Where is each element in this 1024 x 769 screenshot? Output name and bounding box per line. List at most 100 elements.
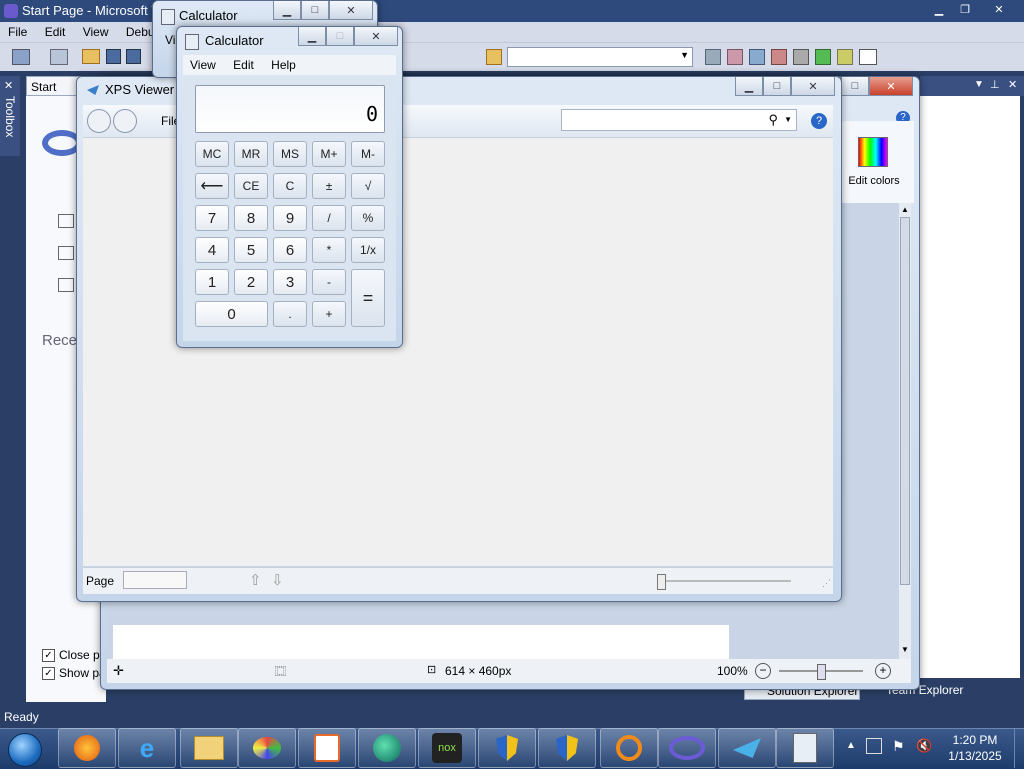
vs-close-button[interactable]: ✕ [978, 0, 1020, 18]
solution-explorer-tool-icon[interactable] [705, 49, 721, 65]
page-number-input[interactable] [123, 571, 187, 589]
xps-maximize-button[interactable]: □ [763, 77, 791, 96]
vs-menu-file[interactable]: File [8, 25, 27, 39]
new-project-link-icon[interactable] [58, 214, 74, 228]
taskbar-visual-studio[interactable] [658, 728, 716, 768]
add-button[interactable]: + [312, 301, 346, 327]
sqrt-button[interactable]: √ [351, 173, 385, 199]
calc-maximize-button[interactable]: □ [326, 27, 354, 46]
search-icon[interactable]: ⚲ [768, 112, 778, 128]
zoom-slider-thumb[interactable] [817, 664, 826, 680]
calc-back-close-button[interactable]: ✕ [329, 1, 373, 20]
mc-button[interactable]: MC [195, 141, 229, 167]
back-button[interactable] [87, 109, 111, 133]
digit-6-button[interactable]: 6 [273, 237, 307, 263]
subtract-button[interactable]: - [312, 269, 346, 295]
taskbar-security-2[interactable] [538, 728, 596, 768]
command-window-tool-icon[interactable] [859, 49, 877, 65]
open-folder-icon[interactable] [82, 49, 100, 64]
decimal-button[interactable]: . [273, 301, 307, 327]
scroll-down-icon[interactable]: ▼ [901, 645, 909, 654]
m-plus-button[interactable]: M+ [312, 141, 346, 167]
paint-close-button[interactable]: ✕ [869, 77, 913, 96]
xps-search-input[interactable]: ⚲ ▼ [561, 109, 797, 131]
search-options-chevron-icon[interactable]: ▼ [784, 115, 792, 124]
pin-icon[interactable]: ⊥ [990, 78, 1000, 91]
taskbar-calculator[interactable] [776, 728, 834, 768]
paint-scrollbar[interactable]: ▲ ▼ [899, 203, 911, 659]
add-item-icon[interactable] [50, 49, 68, 65]
save-icon[interactable] [106, 49, 121, 64]
connect-link-icon[interactable] [58, 278, 74, 292]
digit-7-button[interactable]: 7 [195, 205, 229, 231]
digit-5-button[interactable]: 5 [234, 237, 268, 263]
multiply-button[interactable]: * [312, 237, 346, 263]
show-page-checkbox[interactable]: ✓ [42, 667, 55, 681]
scroll-up-icon[interactable]: ▲ [901, 205, 909, 214]
properties-tool-icon[interactable] [727, 49, 743, 65]
divide-button[interactable]: / [312, 205, 346, 231]
color-wheel-icon[interactable] [858, 137, 888, 167]
vs-menu-view[interactable]: View [83, 25, 109, 39]
digit-3-button[interactable]: 3 [273, 269, 307, 295]
paint-maximize-button[interactable]: □ [841, 77, 869, 96]
plus-minus-button[interactable]: ± [312, 173, 346, 199]
action-center-flag-icon[interactable]: ⚑ [892, 738, 905, 755]
clock[interactable]: 1:20 PM 1/13/2025 [940, 732, 1010, 764]
scroll-thumb[interactable] [900, 217, 910, 585]
volume-muted-icon[interactable]: 🔇 [916, 738, 932, 754]
pane-close-icon[interactable]: ✕ [1008, 78, 1017, 91]
taskbar-firefox[interactable] [58, 728, 116, 768]
taskbar-app-green[interactable] [358, 728, 416, 768]
show-desktop-button[interactable] [1014, 729, 1024, 768]
calc-menu-help[interactable]: Help [271, 58, 296, 72]
xps-minimize-button[interactable]: ▁ [735, 77, 763, 96]
m-minus-button[interactable]: M- [351, 141, 385, 167]
taskbar-internet-explorer[interactable]: e [118, 728, 176, 768]
extension-tool-icon[interactable] [837, 49, 853, 65]
equals-button[interactable]: = [351, 269, 385, 327]
close-page-checkbox-row[interactable]: ✓ Close pa [42, 648, 106, 663]
xps-zoom-thumb[interactable] [657, 574, 666, 590]
open-project-link-icon[interactable] [58, 246, 74, 260]
resize-grip-icon[interactable]: ⋰ [822, 578, 831, 589]
reciprocal-button[interactable]: 1/x [351, 237, 385, 263]
c-button[interactable]: C [273, 173, 307, 199]
zoom-out-button[interactable]: − [755, 663, 771, 679]
xps-zoom-slider[interactable] [657, 574, 791, 590]
next-page-button[interactable]: ⇩ [271, 571, 284, 589]
start-button[interactable] [2, 730, 46, 768]
object-browser-tool-icon[interactable] [749, 49, 765, 65]
find-in-files-icon[interactable] [486, 49, 502, 65]
toolbox-tab[interactable]: ✕ Toolbox [0, 76, 20, 156]
digit-1-button[interactable]: 1 [195, 269, 229, 295]
taskbar-media-player[interactable] [298, 728, 356, 768]
xps-help-icon[interactable]: ? [811, 113, 827, 129]
start-page-tool-icon[interactable] [815, 49, 831, 65]
zoom-slider-track[interactable] [779, 664, 863, 680]
show-page-checkbox-row[interactable]: ✓ Show pa [42, 666, 106, 681]
taskbar-paint[interactable] [238, 728, 296, 768]
calc-back-maximize-button[interactable]: □ [301, 1, 329, 20]
paint-canvas[interactable] [113, 625, 729, 659]
vs-menu-edit[interactable]: Edit [45, 25, 66, 39]
taskbar-file-explorer[interactable] [180, 728, 238, 768]
forward-button[interactable] [113, 109, 137, 133]
percent-button[interactable]: % [351, 205, 385, 231]
network-icon[interactable] [866, 738, 882, 754]
vs-minimize-button[interactable]: ▁ [926, 0, 952, 18]
taskbar-search-tool[interactable] [600, 728, 658, 768]
previous-page-button[interactable]: ⇧ [249, 571, 262, 589]
ce-button[interactable]: CE [234, 173, 268, 199]
show-hidden-icons-button[interactable]: ▲ [846, 740, 856, 751]
calc-menu-view[interactable]: View [190, 58, 216, 72]
close-page-checkbox[interactable]: ✓ [42, 649, 55, 663]
vs-find-combobox[interactable]: ▼ [507, 47, 693, 67]
zoom-in-button[interactable]: + [875, 663, 891, 679]
vs-maximize-button[interactable]: ❐ [952, 0, 978, 18]
calc-close-button[interactable]: ✕ [354, 27, 398, 46]
digit-4-button[interactable]: 4 [195, 237, 229, 263]
taskbar-security-1[interactable] [478, 728, 536, 768]
mr-button[interactable]: MR [234, 141, 268, 167]
taskbar-xps-viewer[interactable] [718, 728, 776, 768]
